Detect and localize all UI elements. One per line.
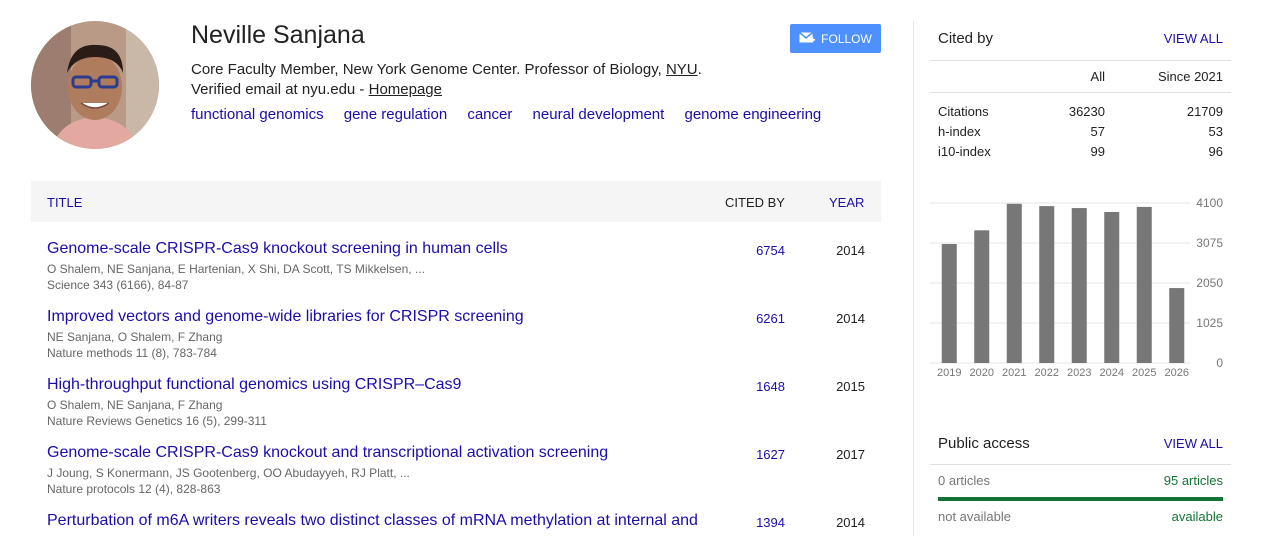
article-authors: NE Sanjana, O Shalem, F Zhang: [47, 330, 223, 344]
divider: [930, 60, 1231, 61]
chart-bar-2022[interactable]: [1039, 206, 1055, 363]
article-cited-count[interactable]: 1394: [756, 515, 785, 530]
article-authors: J Joung, S Konermann, JS Gootenberg, OO …: [47, 466, 410, 480]
chart-bar-2024[interactable]: [1104, 211, 1120, 363]
article-row: Genome-scale CRISPR-Cas9 knockout screen…: [31, 240, 881, 308]
avatar-photo: [31, 21, 159, 149]
chart-bar-2023[interactable]: [1071, 208, 1087, 363]
article-cited-count[interactable]: 6754: [756, 243, 785, 258]
article-title-link[interactable]: Genome-scale CRISPR-Cas9 knockout and tr…: [47, 444, 608, 462]
chart-bar-2026[interactable]: [1169, 288, 1185, 363]
chart-bar-2025[interactable]: [1136, 206, 1152, 363]
stat-since-value: 53: [1208, 124, 1223, 139]
article-venue: Nature methods 11 (8), 783-784: [47, 346, 217, 360]
profile-name: Neville Sanjana: [191, 21, 365, 49]
chart-x-tick-label: 2021: [1002, 367, 1026, 379]
affiliation-link[interactable]: NYU: [666, 61, 698, 78]
column-divider: [913, 21, 914, 536]
chart-bar-2021[interactable]: [1006, 203, 1022, 363]
envelope-icon: [799, 32, 816, 43]
chart-x-tick-label: 2025: [1132, 367, 1156, 379]
verified-text: Verified email at nyu.edu -: [191, 81, 369, 98]
article-row: Improved vectors and genome-wide librari…: [31, 308, 881, 376]
article-cited-count[interactable]: 6261: [756, 311, 785, 326]
article-cited-count[interactable]: 1648: [756, 379, 785, 394]
chart-y-tick-label: 3075: [1196, 236, 1223, 250]
article-venue: Nature Reviews Genetics 16 (5), 299-311: [47, 414, 267, 428]
cited-by-heading: Cited by: [938, 30, 994, 47]
chart-x-tick-label: 2026: [1165, 367, 1189, 379]
article-cited-count[interactable]: 1627: [756, 447, 785, 462]
article-venue: Science 343 (6166), 84-87: [47, 278, 189, 292]
article-authors: O Shalem, NE Sanjana, E Hartenian, X Shi…: [47, 262, 425, 276]
article-year: 2014: [836, 515, 865, 530]
articles-table-header: TITLE CITED BY YEAR: [31, 181, 881, 222]
public-access-heading: Public access: [938, 435, 1030, 452]
chart-x-tick-label: 2022: [1035, 367, 1059, 379]
not-available-label: not available: [938, 509, 1011, 524]
stat-since-value: 21709: [1186, 104, 1223, 119]
article-title-link[interactable]: High-throughput functional genomics usin…: [47, 376, 461, 394]
chart-y-tick-label: 4100: [1196, 196, 1223, 210]
sort-by-year[interactable]: YEAR: [829, 195, 864, 210]
public-access-progress-fill: [938, 497, 1223, 501]
article-title-link[interactable]: Improved vectors and genome-wide librari…: [47, 308, 524, 326]
article-year: 2015: [836, 379, 865, 394]
stat-label: i10-index: [938, 144, 991, 159]
stat-label: h-index: [938, 124, 981, 139]
chart-bar-2020[interactable]: [974, 230, 990, 363]
profile-affiliation: Core Faculty Member, New York Genome Cen…: [191, 61, 702, 78]
column-all-header: All: [1090, 69, 1105, 84]
column-since-header: Since 2021: [1157, 69, 1223, 84]
verified-email: Verified email at nyu.edu - Homepage: [191, 81, 442, 98]
chart-x-tick-label: 2020: [970, 367, 994, 379]
article-year: 2017: [836, 447, 865, 462]
chart-bar-2019[interactable]: [941, 243, 957, 363]
not-available-count[interactable]: 0 articles: [938, 473, 990, 488]
chart-y-tick-label: 2050: [1196, 276, 1223, 290]
chart-x-tick-label: 2024: [1100, 367, 1124, 379]
article-venue: Nature protocols 12 (4), 828-863: [47, 482, 221, 496]
affiliation-text: Core Faculty Member, New York Genome Cen…: [191, 61, 666, 78]
stat-all-value: 36230: [1068, 104, 1105, 119]
follow-button[interactable]: FOLLOW: [790, 24, 881, 53]
public-access-progress-bar: [938, 497, 1223, 501]
article-row: High-throughput functional genomics usin…: [31, 376, 881, 444]
cited-by-view-all-link[interactable]: VIEW ALL: [1164, 31, 1223, 46]
article-authors: O Shalem, NE Sanjana, F Zhang: [47, 398, 223, 412]
affiliation-end: .: [697, 61, 702, 78]
public-access-view-all-link[interactable]: VIEW ALL: [1164, 436, 1223, 451]
divider: [930, 464, 1231, 465]
divider: [930, 92, 1231, 93]
interest-link[interactable]: cancer: [467, 106, 512, 123]
chart-y-tick-label: 1025: [1196, 316, 1223, 330]
article-title-link[interactable]: Genome-scale CRISPR-Cas9 knockout screen…: [47, 240, 508, 258]
available-label: available: [1171, 509, 1223, 524]
chart-x-tick-label: 2023: [1067, 367, 1091, 379]
available-count[interactable]: 95 articles: [1164, 473, 1223, 488]
stat-since-value: 96: [1208, 144, 1223, 159]
research-interests: functional genomics gene regulation canc…: [191, 106, 837, 123]
chart-y-tick-label: 0: [1216, 356, 1223, 370]
cited-by-column-header: CITED BY: [725, 195, 785, 210]
interest-link[interactable]: neural development: [533, 106, 665, 123]
sort-by-title[interactable]: TITLE: [47, 195, 82, 210]
interest-link[interactable]: gene regulation: [344, 106, 447, 123]
stat-all-value: 99: [1090, 144, 1105, 159]
article-year: 2014: [836, 311, 865, 326]
article-title-link[interactable]: Perturbation of m6A writers reveals two …: [47, 512, 698, 530]
citations-bar-chart: 4100 3075 2050 1025 0 2019 2020 2021 2022 2023 202…: [930, 196, 1223, 379]
stat-label: Citations: [938, 104, 989, 119]
interest-link[interactable]: genome engineering: [684, 106, 821, 123]
chart-x-tick-label: 2019: [937, 367, 961, 379]
follow-label: FOLLOW: [821, 31, 872, 46]
homepage-link[interactable]: Homepage: [369, 81, 442, 98]
stat-all-value: 57: [1090, 124, 1105, 139]
article-year: 2014: [836, 243, 865, 258]
article-row: Genome-scale CRISPR-Cas9 knockout and tr…: [31, 444, 881, 512]
article-row: Perturbation of m6A writers reveals two …: [31, 512, 881, 536]
interest-link[interactable]: functional genomics: [191, 106, 324, 123]
profile-avatar[interactable]: [31, 21, 159, 149]
